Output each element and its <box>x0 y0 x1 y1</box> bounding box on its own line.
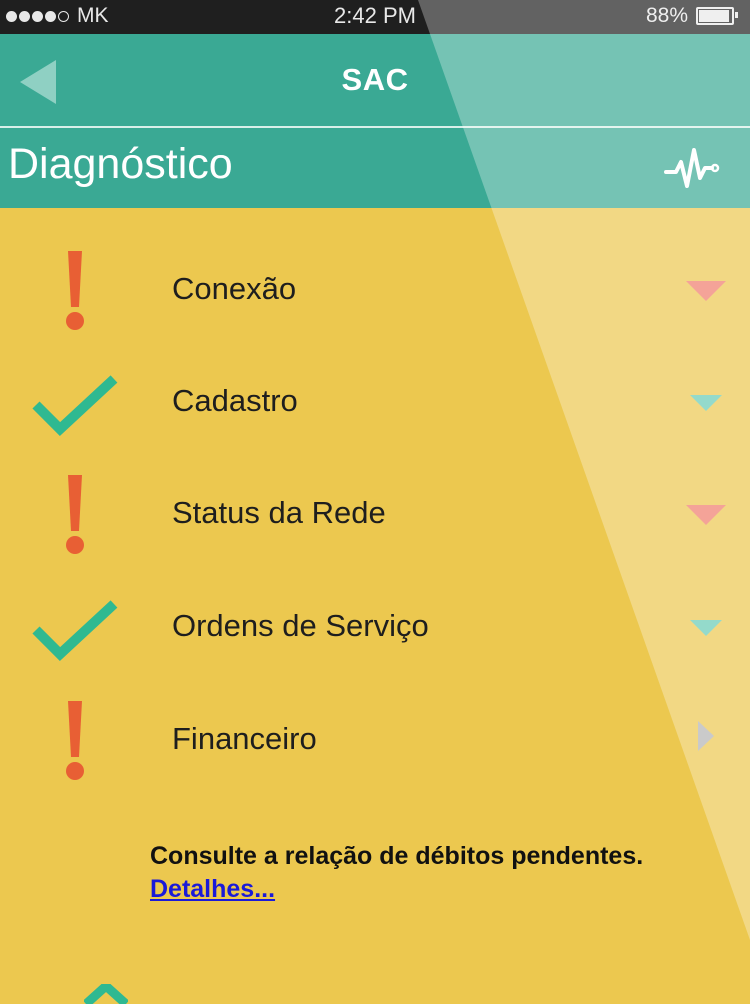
list-item-conexao[interactable]: Conexão <box>0 233 750 345</box>
triangle-down-icon[interactable] <box>690 620 722 638</box>
list-item-status-da-rede[interactable]: Status da Rede <box>0 457 750 569</box>
nav-bar: SAC <box>0 34 750 126</box>
item-label: Conexão <box>172 271 297 306</box>
triangle-down-icon[interactable] <box>690 395 722 413</box>
item-label: Cadastro <box>172 383 298 418</box>
details-link[interactable]: Detalhes... <box>150 875 275 904</box>
triangle-right-icon[interactable] <box>698 721 716 751</box>
warning-icon <box>66 701 84 780</box>
detail-message: Consulte a relação de débitos pendentes. <box>150 842 644 870</box>
list-item-ordens-de-servico[interactable]: Ordens de Serviço <box>0 570 750 682</box>
section-header: Diagnóstico <box>0 128 750 208</box>
financeiro-detail: Consulte a relação de débitos pendentes.… <box>150 842 643 904</box>
list-item-cadastro[interactable]: Cadastro <box>0 345 750 457</box>
page-title: SAC <box>341 62 409 97</box>
item-label: Ordens de Serviço <box>172 608 429 643</box>
status-bar: MK 2:42 PM 88% <box>0 0 750 34</box>
triangle-down-icon[interactable] <box>686 281 726 303</box>
battery-icon <box>696 7 738 25</box>
warning-icon <box>66 475 84 554</box>
warning-icon <box>66 251 84 330</box>
list-item-financeiro[interactable]: Financeiro <box>0 683 750 795</box>
item-label: Financeiro <box>172 721 317 756</box>
section-title: Diagnóstico <box>8 140 233 188</box>
check-icon <box>32 600 118 661</box>
check-icon <box>32 375 118 436</box>
item-label: Status da Rede <box>172 495 386 530</box>
battery-percent: 88% <box>645 4 688 27</box>
pulse-icon <box>664 148 720 188</box>
check-icon <box>84 984 128 1004</box>
clock: 2:42 PM <box>334 3 416 28</box>
triangle-down-icon[interactable] <box>686 505 726 527</box>
